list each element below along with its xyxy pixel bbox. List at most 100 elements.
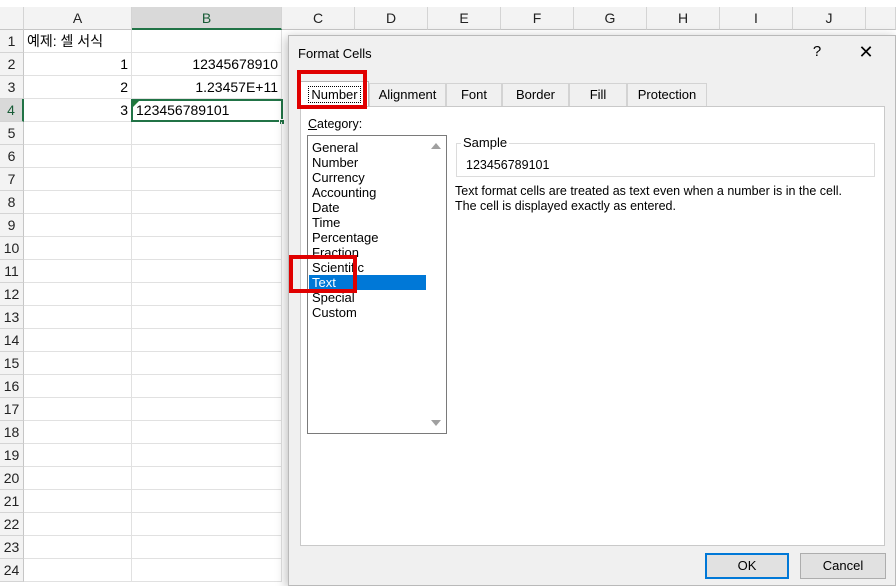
category-general[interactable]: General bbox=[309, 140, 426, 155]
cell-b3[interactable]: 1.23457E+11 bbox=[132, 76, 282, 99]
row-header[interactable]: 1 bbox=[0, 30, 24, 53]
row-header[interactable]: 6 bbox=[0, 145, 24, 168]
sheet-cell[interactable] bbox=[24, 191, 132, 214]
column-header-i[interactable]: I bbox=[720, 7, 793, 30]
sheet-cell[interactable] bbox=[24, 559, 132, 582]
sheet-cell[interactable] bbox=[24, 214, 132, 237]
row-header[interactable]: 10 bbox=[0, 237, 24, 260]
category-accounting[interactable]: Accounting bbox=[309, 185, 426, 200]
cell-a2[interactable]: 1 bbox=[24, 53, 132, 76]
ok-button[interactable]: OK bbox=[705, 553, 789, 579]
sheet-cell[interactable] bbox=[24, 375, 132, 398]
sheet-cell[interactable] bbox=[132, 444, 282, 467]
row-header[interactable]: 12 bbox=[0, 283, 24, 306]
sheet-cell[interactable] bbox=[132, 214, 282, 237]
sheet-cell[interactable] bbox=[24, 122, 132, 145]
row-header[interactable]: 13 bbox=[0, 306, 24, 329]
cell-a1[interactable]: 예제: 셀 서식 bbox=[24, 30, 132, 53]
row-header[interactable]: 18 bbox=[0, 421, 24, 444]
sheet-cell[interactable] bbox=[132, 559, 282, 582]
sheet-cell[interactable] bbox=[132, 421, 282, 444]
sheet-cell[interactable] bbox=[24, 283, 132, 306]
column-header-a[interactable]: A bbox=[24, 7, 132, 30]
sheet-cell[interactable] bbox=[132, 375, 282, 398]
category-number[interactable]: Number bbox=[309, 155, 426, 170]
row-header[interactable]: 22 bbox=[0, 513, 24, 536]
row-header[interactable]: 9 bbox=[0, 214, 24, 237]
sheet-cell[interactable] bbox=[132, 168, 282, 191]
category-time[interactable]: Time bbox=[309, 215, 426, 230]
close-button[interactable]: ✕ bbox=[854, 42, 878, 62]
sheet-cell[interactable] bbox=[132, 467, 282, 490]
row-header[interactable]: 21 bbox=[0, 490, 24, 513]
sheet-cell[interactable] bbox=[132, 122, 282, 145]
row-header[interactable]: 16 bbox=[0, 375, 24, 398]
sheet-cell[interactable] bbox=[24, 352, 132, 375]
sheet-cell[interactable] bbox=[24, 444, 132, 467]
row-header[interactable]: 4 bbox=[0, 99, 24, 122]
category-currency[interactable]: Currency bbox=[309, 170, 426, 185]
row-header[interactable]: 5 bbox=[0, 122, 24, 145]
sheet-cell[interactable] bbox=[132, 398, 282, 421]
sheet-cell[interactable] bbox=[24, 398, 132, 421]
sheet-cell[interactable] bbox=[132, 536, 282, 559]
row-header[interactable]: 3 bbox=[0, 76, 24, 99]
help-button[interactable]: ? bbox=[807, 42, 827, 62]
cell-b4-selected[interactable]: 123456789101 bbox=[131, 99, 283, 122]
sheet-cell[interactable] bbox=[132, 191, 282, 214]
sheet-cell[interactable] bbox=[132, 237, 282, 260]
row-header[interactable]: 23 bbox=[0, 536, 24, 559]
category-percentage[interactable]: Percentage bbox=[309, 230, 426, 245]
sheet-cell[interactable] bbox=[24, 168, 132, 191]
tab-protection[interactable]: Protection bbox=[627, 83, 707, 106]
sheet-cell[interactable] bbox=[24, 145, 132, 168]
scroll-down-arrow-icon[interactable] bbox=[431, 420, 441, 426]
sheet-cell[interactable] bbox=[24, 536, 132, 559]
category-scrollbar[interactable] bbox=[427, 136, 446, 433]
sheet-cell[interactable] bbox=[132, 352, 282, 375]
sheet-cell[interactable] bbox=[132, 329, 282, 352]
tab-fill[interactable]: Fill bbox=[569, 83, 627, 106]
column-header-g[interactable]: G bbox=[574, 7, 647, 30]
row-header[interactable]: 24 bbox=[0, 559, 24, 582]
sheet-cell[interactable] bbox=[24, 467, 132, 490]
row-header[interactable]: 14 bbox=[0, 329, 24, 352]
cell-b2[interactable]: 12345678910 bbox=[132, 53, 282, 76]
tab-border[interactable]: Border bbox=[502, 83, 569, 106]
row-header[interactable]: 19 bbox=[0, 444, 24, 467]
cell-b1[interactable] bbox=[132, 30, 282, 53]
column-header-f[interactable]: F bbox=[501, 7, 574, 30]
sheet-cell[interactable] bbox=[132, 260, 282, 283]
column-header-k[interactable] bbox=[866, 7, 896, 30]
sheet-cell[interactable] bbox=[132, 145, 282, 168]
sheet-cell[interactable] bbox=[24, 260, 132, 283]
sheet-cell[interactable] bbox=[24, 513, 132, 536]
column-header-h[interactable]: H bbox=[647, 7, 720, 30]
row-header[interactable]: 17 bbox=[0, 398, 24, 421]
row-header[interactable]: 15 bbox=[0, 352, 24, 375]
cancel-button[interactable]: Cancel bbox=[800, 553, 886, 579]
category-date[interactable]: Date bbox=[309, 200, 426, 215]
sheet-cell[interactable] bbox=[24, 490, 132, 513]
sheet-cell[interactable] bbox=[24, 329, 132, 352]
row-header[interactable]: 11 bbox=[0, 260, 24, 283]
scroll-up-arrow-icon[interactable] bbox=[431, 143, 441, 149]
sheet-cell[interactable] bbox=[132, 306, 282, 329]
column-header-b[interactable]: B bbox=[132, 7, 282, 30]
tab-font[interactable]: Font bbox=[446, 83, 502, 106]
sheet-cell[interactable] bbox=[24, 306, 132, 329]
row-header[interactable]: 7 bbox=[0, 168, 24, 191]
column-header-j[interactable]: J bbox=[793, 7, 866, 30]
row-header[interactable]: 2 bbox=[0, 53, 24, 76]
category-custom[interactable]: Custom bbox=[309, 305, 426, 320]
sheet-cell[interactable] bbox=[132, 490, 282, 513]
tab-alignment[interactable]: Alignment bbox=[369, 83, 446, 106]
sheet-cell[interactable] bbox=[132, 283, 282, 306]
sheet-cell[interactable] bbox=[24, 421, 132, 444]
column-header-d[interactable]: D bbox=[355, 7, 428, 30]
row-header[interactable]: 20 bbox=[0, 467, 24, 490]
sheet-cell[interactable] bbox=[24, 237, 132, 260]
sheet-cell[interactable] bbox=[132, 513, 282, 536]
select-all-corner[interactable] bbox=[0, 7, 24, 30]
column-header-c[interactable]: C bbox=[282, 7, 355, 30]
